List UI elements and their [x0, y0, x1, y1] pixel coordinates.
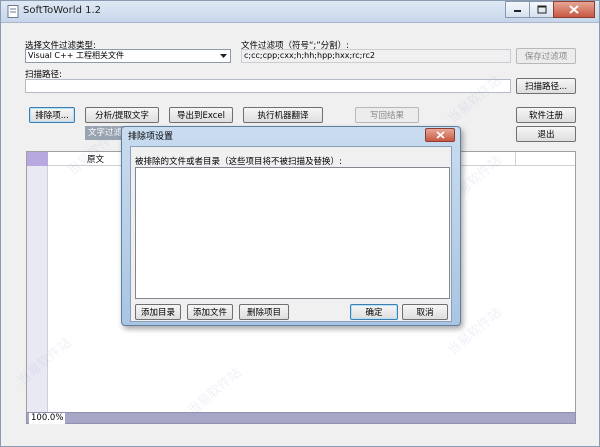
- analyze-button[interactable]: 分析/提取文字: [85, 107, 159, 123]
- maximize-button[interactable]: [529, 1, 554, 18]
- maximize-icon: [537, 5, 546, 14]
- filter-items-value: c;cc;cpp;cxx;h;hh;hpp;hxx;rc;rc2: [244, 51, 375, 60]
- app-icon: [7, 5, 19, 18]
- filter-type-value: Visual C++ 工程相关文件: [28, 51, 124, 60]
- close-icon: [569, 5, 579, 14]
- caption-buttons: [505, 1, 595, 19]
- exit-button[interactable]: 退出: [516, 126, 576, 142]
- ok-button[interactable]: 确定: [350, 304, 398, 320]
- excluded-items-list[interactable]: [135, 167, 450, 299]
- dialog-prompt: 被排除的文件或者目录（这些项目将不被扫描及替换）:: [135, 157, 342, 167]
- exclude-dialog: 排除项设置 被排除的文件或者目录（这些项目将不被扫描及替换）: 添加目录 添加文…: [121, 126, 461, 326]
- dialog-body: 被排除的文件或者目录（这些项目将不被扫描及替换）: 添加目录 添加文件 删除项目…: [130, 146, 452, 322]
- machine-translate-button[interactable]: 执行机器翻译: [243, 107, 323, 123]
- close-icon: [435, 131, 445, 139]
- dialog-close-button[interactable]: [425, 128, 455, 142]
- scan-path-input[interactable]: [25, 79, 511, 93]
- chevron-down-icon: [217, 50, 230, 62]
- register-button[interactable]: 软件注册: [516, 107, 576, 123]
- title-bar: SoftToWorld 1.2: [1, 1, 599, 23]
- minimize-button[interactable]: [505, 1, 530, 18]
- cancel-button[interactable]: 取消: [402, 304, 448, 320]
- close-button[interactable]: [553, 1, 595, 18]
- add-file-button[interactable]: 添加文件: [187, 304, 233, 320]
- minimize-icon: [514, 9, 521, 12]
- grid-corner: [27, 152, 48, 166]
- filter-items-field[interactable]: c;cc;cpp;cxx;h;hh;hpp;hxx;rc;rc2: [241, 49, 511, 63]
- add-directory-button[interactable]: 添加目录: [135, 304, 181, 320]
- progress-bar: 100.0%: [26, 412, 576, 424]
- grid-divider: [515, 152, 516, 166]
- filter-type-select[interactable]: Visual C++ 工程相关文件: [25, 49, 231, 63]
- dialog-title: 排除项设置: [128, 132, 174, 142]
- exclude-button[interactable]: 排除项...: [29, 107, 75, 123]
- export-excel-button[interactable]: 导出到Excel: [169, 107, 233, 123]
- delete-item-button[interactable]: 删除项目: [239, 304, 289, 320]
- progress-text: 100.0%: [29, 413, 66, 424]
- save-filter-button[interactable]: 保存过滤项: [516, 48, 576, 64]
- scan-path-button[interactable]: 扫描路径...: [516, 78, 576, 94]
- write-back-button[interactable]: 写回结果: [355, 107, 419, 123]
- window-title: SoftToWorld 1.2: [23, 5, 101, 16]
